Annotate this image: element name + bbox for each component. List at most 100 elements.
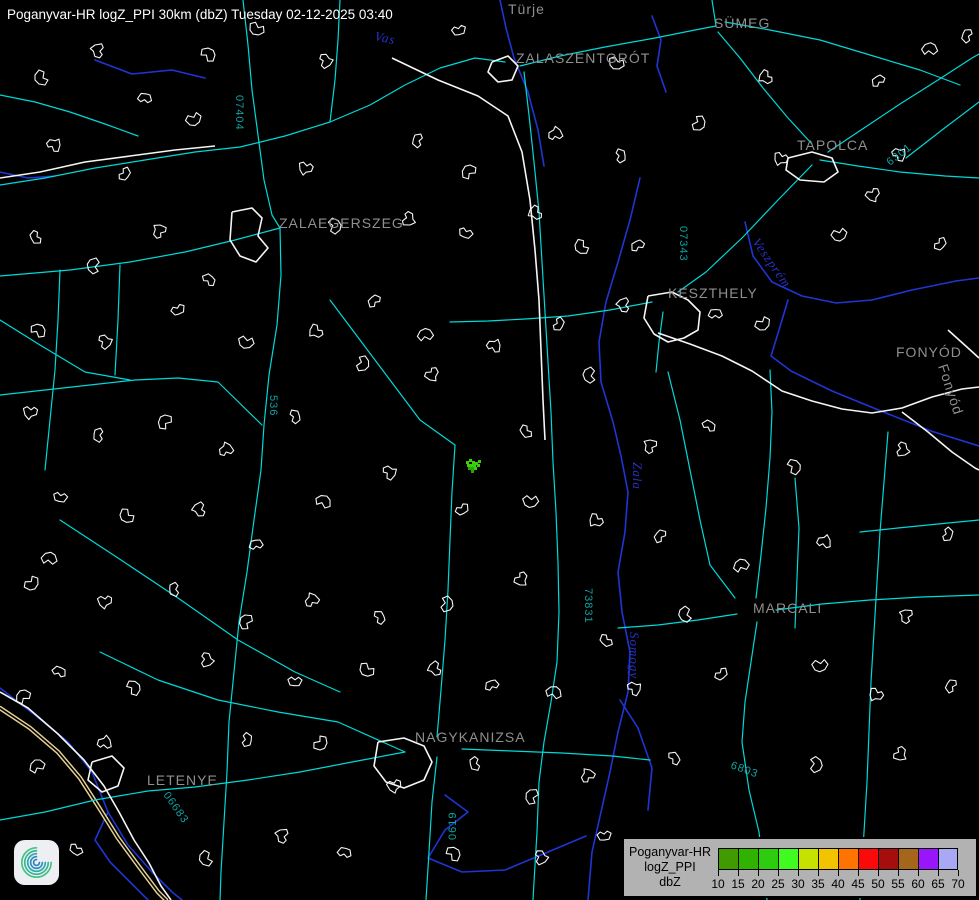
village-outline <box>627 682 641 696</box>
village-outline <box>688 114 708 133</box>
road-line <box>0 320 130 380</box>
village-outline <box>241 732 254 748</box>
tick-label: 40 <box>831 877 844 891</box>
tick-label: 10 <box>711 877 724 891</box>
city-label: MARCALI <box>753 600 822 616</box>
village-outline <box>197 651 215 669</box>
village-outline <box>597 831 611 840</box>
village-outline <box>89 41 107 59</box>
village-outline <box>457 226 474 241</box>
village-outline <box>95 734 113 752</box>
road-number-label: 6803 <box>729 760 760 781</box>
city-label: SÜMEG <box>714 14 770 31</box>
village-outline <box>218 442 236 460</box>
legend-swatch <box>778 848 798 870</box>
road-line <box>0 95 138 136</box>
village-outline <box>485 338 502 355</box>
road-line <box>678 165 812 292</box>
road-line <box>426 757 437 900</box>
echo-cell <box>469 459 472 462</box>
village-outline <box>199 46 217 65</box>
village-outline <box>581 769 596 784</box>
village-outline <box>51 664 68 679</box>
village-outline <box>514 572 527 585</box>
village-outline <box>941 526 955 542</box>
road-number-label: 73831 <box>582 588 594 624</box>
road-line <box>860 520 979 532</box>
village-outline <box>93 427 105 443</box>
village-outline <box>899 608 916 625</box>
tick-mark <box>798 870 799 876</box>
legend-text: Poganyvar-HR logZ_PPI dbZ <box>624 845 716 890</box>
tick-mark <box>938 870 939 876</box>
radar-title: Poganyvar-HR logZ_PPI 30km (dbZ) Tuesday… <box>7 7 393 22</box>
village-outline <box>137 92 153 105</box>
city-label: LETENYE <box>147 772 218 788</box>
road-line <box>115 265 120 375</box>
logo-background <box>14 840 59 885</box>
city-label: ZALASZENTGRÓT <box>516 50 650 66</box>
legend-swatch <box>738 848 758 870</box>
village-outline <box>708 309 723 320</box>
village-outline <box>754 316 770 330</box>
road-line <box>0 378 262 425</box>
river-line <box>95 60 205 78</box>
village-outline <box>523 787 543 807</box>
village-outline <box>30 760 45 773</box>
village-outline <box>297 158 315 176</box>
village-outline <box>287 676 302 687</box>
boundary-line <box>392 58 545 440</box>
road-line <box>100 652 405 752</box>
radar-view: SÜMEGTürjeZALASZENTGRÓTTAPOLCAZALAEGERSZ… <box>0 0 979 900</box>
village-outline <box>815 534 833 552</box>
echo-cell <box>474 467 477 470</box>
village-outline <box>615 296 633 314</box>
village-outline <box>643 439 659 455</box>
road-number-label: 06683 <box>161 790 191 826</box>
road-line <box>0 58 505 185</box>
village-outline <box>920 40 939 58</box>
city-label: TAPOLCA <box>797 137 868 153</box>
road-line <box>60 520 340 692</box>
road-number-label: 536 <box>267 395 279 416</box>
road-line <box>756 370 772 598</box>
road-number-label: 07343 <box>677 226 689 262</box>
village-outline <box>40 550 60 569</box>
village-outline <box>310 324 323 337</box>
tick-mark <box>818 870 819 876</box>
village-outline <box>830 226 847 242</box>
village-outline <box>652 528 668 544</box>
road-line <box>656 312 663 372</box>
legend-colorbar: 10152025303540455055606570 <box>718 842 972 894</box>
app-logo[interactable] <box>13 839 60 886</box>
river-line <box>652 16 666 92</box>
radar-map[interactable]: SÜMEGTürjeZALASZENTGRÓTTAPOLCAZALAEGERSZ… <box>0 0 979 900</box>
village-outline <box>454 502 470 516</box>
village-outline <box>236 332 256 352</box>
city-label: ZALAEGERSZEG <box>279 215 404 231</box>
tick-mark <box>758 870 759 876</box>
legend-swatch <box>938 848 958 870</box>
village-outline <box>336 846 352 860</box>
boundary-line <box>374 738 432 788</box>
echo-cell <box>467 464 470 467</box>
tick-label: 65 <box>931 877 944 891</box>
village-outline <box>437 594 456 614</box>
colorbar-swatches <box>718 848 958 870</box>
village-outline <box>95 591 113 609</box>
echo-cell <box>471 470 474 473</box>
county-label: Somogy <box>627 632 642 679</box>
radar-echo <box>466 459 481 473</box>
tick-label: 55 <box>891 877 904 891</box>
tick-label: 15 <box>731 877 744 891</box>
tick-label: 70 <box>951 877 964 891</box>
village-outline <box>381 465 397 481</box>
village-outline <box>546 126 564 144</box>
village-outline <box>470 756 480 771</box>
tick-mark <box>718 870 719 876</box>
river-line <box>500 0 544 166</box>
tick-mark <box>878 870 879 876</box>
road-number-label: 0619 <box>447 812 459 840</box>
village-outline <box>373 609 386 625</box>
village-outline <box>35 70 48 85</box>
